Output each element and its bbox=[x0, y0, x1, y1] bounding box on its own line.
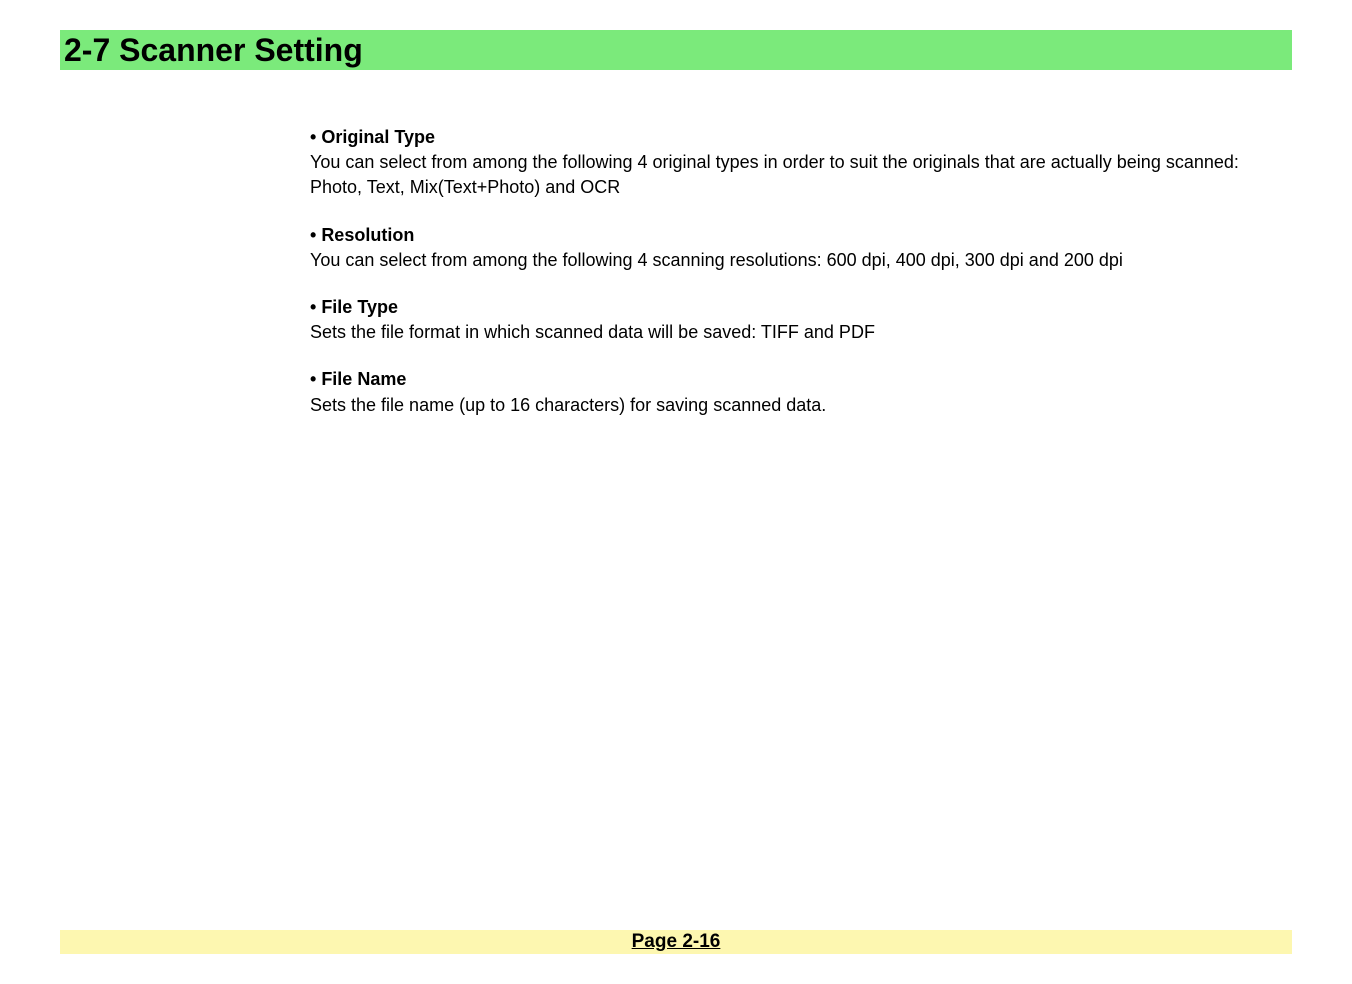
setting-title: File Type bbox=[310, 295, 1292, 320]
page-number: Page 2-16 bbox=[632, 931, 721, 953]
setting-description: You can select from among the following … bbox=[310, 150, 1292, 200]
content-area: Original Type You can select from among … bbox=[310, 125, 1292, 418]
setting-description: Sets the file format in which scanned da… bbox=[310, 320, 1292, 345]
page-footer: Page 2-16 bbox=[60, 930, 1292, 954]
setting-title: Original Type bbox=[310, 125, 1292, 150]
setting-description: You can select from among the following … bbox=[310, 248, 1292, 273]
setting-item: File Name Sets the file name (up to 16 c… bbox=[310, 367, 1292, 417]
section-header: 2-7 Scanner Setting bbox=[60, 30, 1292, 70]
section-title: 2-7 Scanner Setting bbox=[60, 32, 363, 69]
setting-description: Sets the file name (up to 16 characters)… bbox=[310, 393, 1292, 418]
setting-title: Resolution bbox=[310, 223, 1292, 248]
setting-item: File Type Sets the file format in which … bbox=[310, 295, 1292, 345]
setting-title: File Name bbox=[310, 367, 1292, 392]
setting-item: Original Type You can select from among … bbox=[310, 125, 1292, 201]
setting-item: Resolution You can select from among the… bbox=[310, 223, 1292, 273]
